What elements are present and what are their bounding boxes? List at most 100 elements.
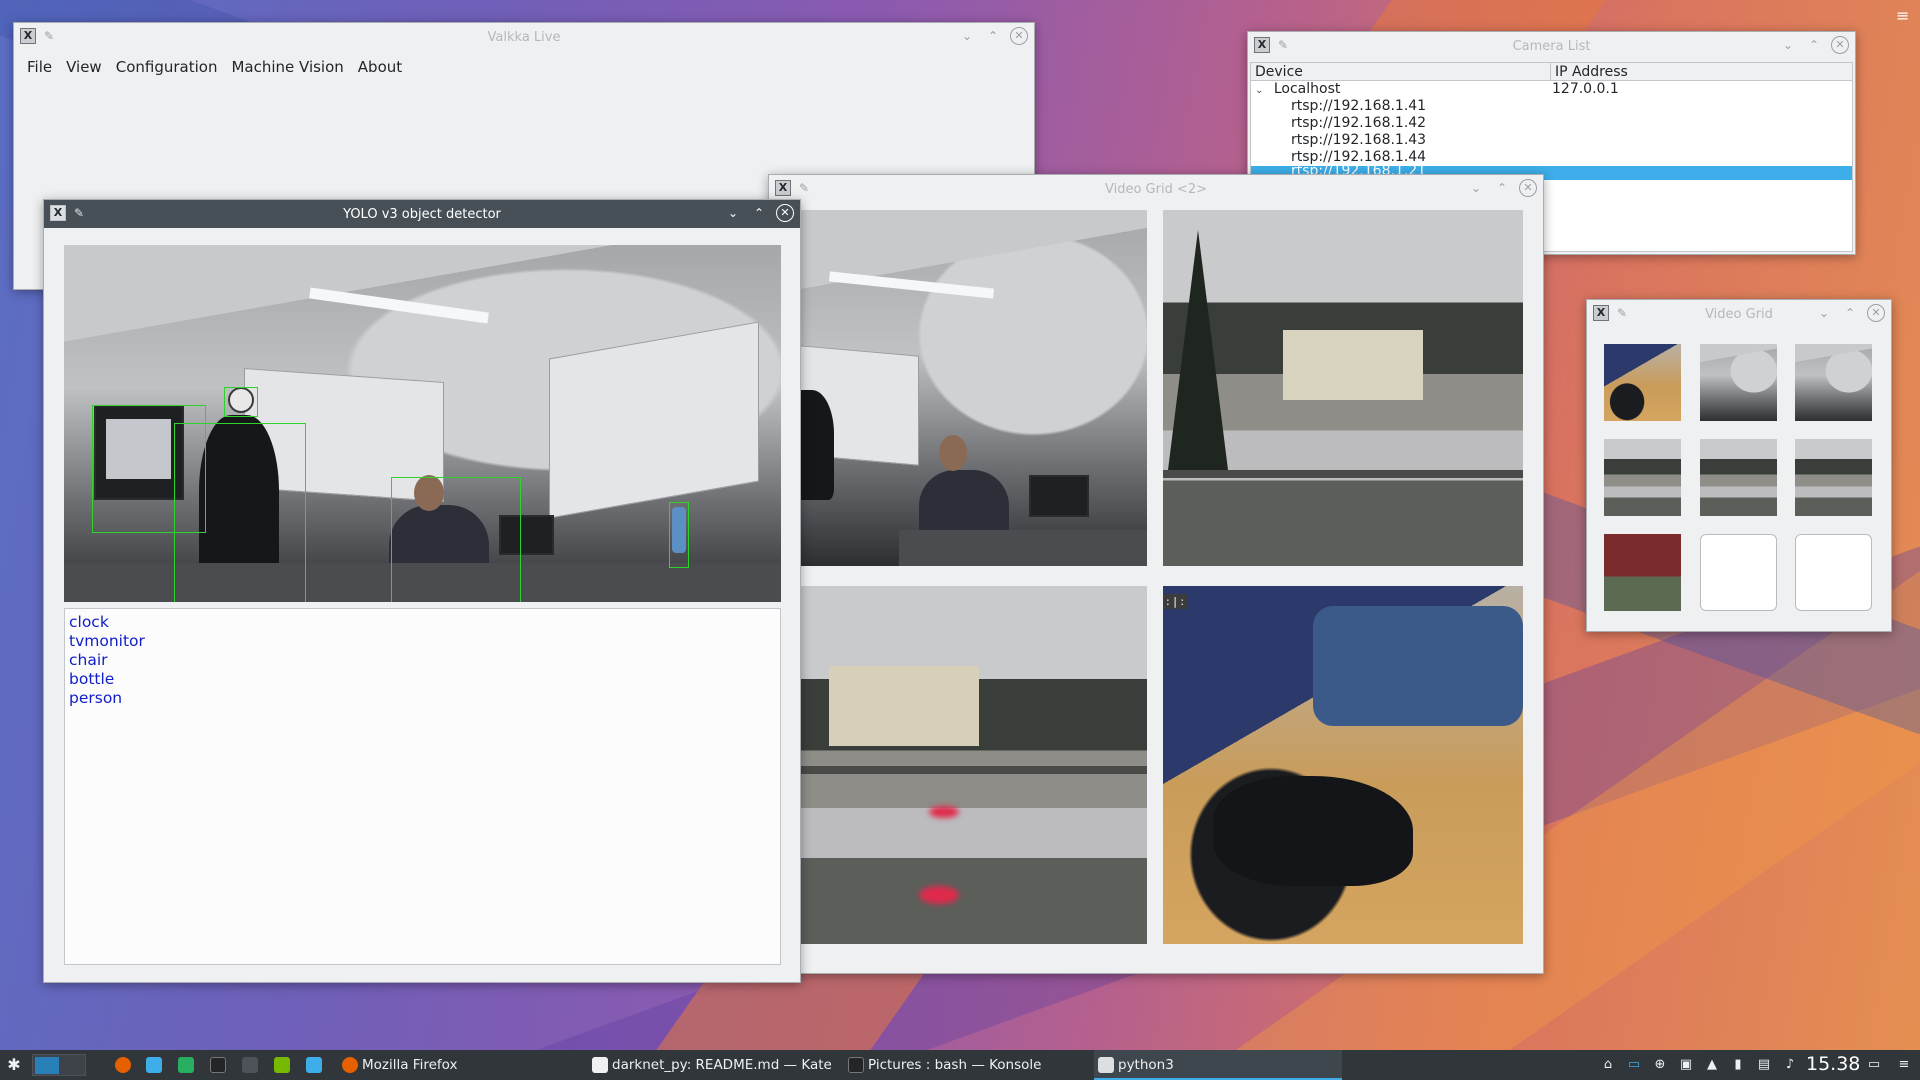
app-x-icon[interactable]: X <box>20 28 36 44</box>
bbox-chair <box>174 423 306 602</box>
minimize-icon[interactable]: ⌄ <box>958 27 976 45</box>
desktop-menu-icon[interactable]: ≡ <box>1896 6 1909 25</box>
yolo-titlebar[interactable]: X ✎ YOLO v3 object detector ⌄ ⌃ ✕ <box>44 200 800 228</box>
pin-icon[interactable]: ✎ <box>799 181 809 195</box>
camera-list-titlebar[interactable]: X ✎ Camera List ⌄ ⌃ ✕ <box>1248 32 1855 60</box>
menu-launcher-icon[interactable] <box>242 1057 258 1073</box>
video-tile[interactable] <box>1604 439 1681 516</box>
menu-configuration[interactable]: Configuration <box>109 55 225 79</box>
legs <box>1313 606 1523 726</box>
task-kate[interactable]: darknet_py: README.md — Kate <box>588 1050 838 1080</box>
detection-labels: clock tvmonitor chair bottle person <box>64 608 781 965</box>
close-icon[interactable]: ✕ <box>1010 27 1028 45</box>
menu-file[interactable]: File <box>20 55 59 79</box>
tree-header: Device IP Address <box>1251 63 1852 81</box>
pin-icon[interactable]: ✎ <box>74 206 84 220</box>
close-icon[interactable]: ✕ <box>776 204 794 222</box>
video-tile-houses-2[interactable] <box>769 586 1147 944</box>
rail <box>769 766 1147 774</box>
column-device[interactable]: Device <box>1251 63 1551 80</box>
tree-row-stream[interactable]: rtsp://192.168.1.41 <box>1251 98 1852 115</box>
tree-row-stream[interactable]: rtsp://192.168.1.43 <box>1251 132 1852 149</box>
maximize-icon[interactable]: ⌃ <box>984 27 1002 45</box>
video-tile[interactable] <box>1604 534 1681 611</box>
maximize-icon[interactable]: ⌃ <box>1493 179 1511 197</box>
close-icon[interactable]: ✕ <box>1519 179 1537 197</box>
pager-desktop[interactable] <box>35 1057 59 1074</box>
video-grid-2-titlebar[interactable]: X ✎ Video Grid <2> ⌄ ⌃ ✕ <box>769 175 1543 203</box>
minimize-icon[interactable]: ⌄ <box>1467 179 1485 197</box>
task-firefox[interactable]: Mozilla Firefox <box>338 1050 578 1080</box>
files-launcher-icon[interactable] <box>306 1057 322 1073</box>
task-label: darknet_py: README.md — Kate <box>612 1057 832 1073</box>
video-tile-houses[interactable] <box>1163 210 1523 566</box>
pin-icon[interactable]: ✎ <box>1278 38 1288 52</box>
display-icon[interactable]: ▭ <box>1626 1057 1642 1073</box>
tree-row-stream[interactable]: rtsp://192.168.1.44 <box>1251 149 1852 166</box>
app-x-icon[interactable]: X <box>1254 37 1270 53</box>
video-grid-2-window: X ✎ Video Grid <2> ⌄ ⌃ ✕: |: <box>768 174 1544 974</box>
menu-about[interactable]: About <box>351 55 409 79</box>
ceiling-lamp <box>828 271 995 299</box>
valkka-titlebar[interactable]: X ✎ Valkka Live ⌄ ⌃ ✕ <box>14 23 1034 51</box>
video-tile[interactable] <box>1795 439 1872 516</box>
app-x-icon[interactable]: X <box>775 180 791 196</box>
video-grid-2-body: : | : <box>769 203 1543 973</box>
clipboard-icon[interactable]: ▤ <box>1756 1057 1772 1073</box>
screen-icon[interactable]: ▣ <box>1678 1057 1694 1073</box>
video-tile-office[interactable] <box>769 210 1147 566</box>
video-tile[interactable] <box>1700 344 1777 421</box>
stream-url: rtsp://192.168.1.41 <box>1291 98 1427 114</box>
terminal-launcher-icon[interactable] <box>210 1057 226 1073</box>
device-name: Localhost <box>1273 81 1341 97</box>
tree-row-stream[interactable]: rtsp://192.168.1.42 <box>1251 115 1852 132</box>
network-icon[interactable]: ⌂ <box>1600 1057 1616 1073</box>
clock[interactable]: 15.38 <box>1806 1053 1860 1075</box>
column-ip[interactable]: IP Address <box>1551 63 1628 80</box>
video-tile[interactable] <box>1795 344 1872 421</box>
close-icon[interactable]: ✕ <box>1867 304 1885 322</box>
maximize-icon[interactable]: ⌃ <box>1841 304 1859 322</box>
video-tile-chair[interactable]: : | : <box>1163 586 1523 944</box>
task-python3[interactable]: python3 <box>1094 1050 1342 1080</box>
task-konsole[interactable]: Pictures : bash — Konsole <box>844 1050 1089 1080</box>
minimize-icon[interactable]: ⌄ <box>1779 36 1797 54</box>
monitor-launcher-icon[interactable] <box>178 1057 194 1073</box>
lock-icon[interactable]: ▲ <box>1704 1057 1720 1073</box>
red-light <box>929 806 959 818</box>
menu-machine-vision[interactable]: Machine Vision <box>224 55 350 79</box>
maximize-icon[interactable]: ⌃ <box>750 204 768 222</box>
pin-icon[interactable]: ✎ <box>1617 306 1627 320</box>
task-label: python3 <box>1118 1057 1174 1073</box>
chevron-down-icon[interactable]: ⌄ <box>1255 85 1263 96</box>
menu-view[interactable]: View <box>59 55 109 79</box>
stream-url: rtsp://192.168.1.44 <box>1291 149 1427 165</box>
battery-icon[interactable]: ▮ <box>1730 1057 1746 1073</box>
video-tile[interactable] <box>1604 344 1681 421</box>
maximize-icon[interactable]: ⌃ <box>1805 36 1823 54</box>
empty-video-tile[interactable] <box>1700 534 1777 611</box>
pager[interactable] <box>32 1054 86 1076</box>
task-label: Mozilla Firefox <box>362 1057 458 1073</box>
nvidia-launcher-icon[interactable] <box>274 1057 290 1073</box>
updates-icon[interactable]: ⊕ <box>1652 1057 1668 1073</box>
show-desktop-icon[interactable]: ▭ <box>1866 1057 1882 1073</box>
minimize-icon[interactable]: ⌄ <box>1815 304 1833 322</box>
panel-menu-icon[interactable]: ≡ <box>1896 1057 1912 1073</box>
task-label: Pictures : bash — Konsole <box>868 1057 1042 1073</box>
firefox-launcher-icon[interactable] <box>115 1057 131 1073</box>
empty-video-tile[interactable] <box>1795 534 1872 611</box>
video-tile[interactable] <box>1700 439 1777 516</box>
close-icon[interactable]: ✕ <box>1831 36 1849 54</box>
stream-url: rtsp://192.168.1.43 <box>1291 132 1427 148</box>
video-grid-small-titlebar[interactable]: X ✎ Video Grid ⌄ ⌃ ✕ <box>1587 300 1891 328</box>
device-ip: 127.0.0.1 <box>1552 81 1619 97</box>
app-x-icon[interactable]: X <box>50 205 66 221</box>
app-launcher-icon[interactable]: ✱ <box>6 1057 22 1073</box>
tree-row-localhost[interactable]: ⌄ Localhost 127.0.0.1 <box>1251 81 1852 98</box>
app-x-icon[interactable]: X <box>1593 305 1609 321</box>
folder-launcher-icon[interactable] <box>146 1057 162 1073</box>
pin-icon[interactable]: ✎ <box>44 29 54 43</box>
minimize-icon[interactable]: ⌄ <box>724 204 742 222</box>
whiteboard <box>549 321 759 519</box>
